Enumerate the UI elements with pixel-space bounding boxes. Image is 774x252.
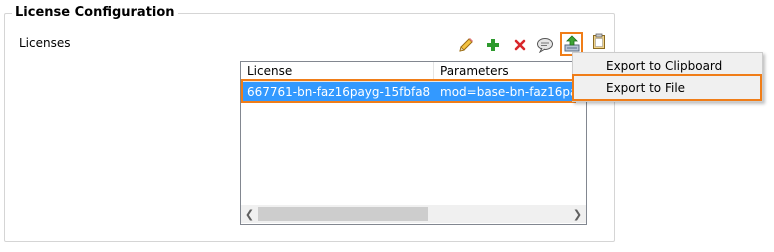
row-highlight (241, 79, 576, 103)
plus-icon (487, 39, 499, 51)
clipboard-icon (593, 33, 605, 49)
add-button[interactable] (483, 35, 503, 55)
licenses-label: Licenses (19, 36, 71, 50)
x-icon (514, 39, 526, 51)
clipboard-button[interactable] (589, 31, 609, 51)
scroll-right-icon[interactable]: ❯ (569, 205, 586, 223)
edit-button[interactable] (456, 35, 476, 55)
section-title: License Configuration (12, 4, 178, 22)
comment-button[interactable] (535, 35, 555, 55)
horizontal-scrollbar[interactable]: ❮ ❯ (241, 205, 586, 223)
scroll-left-icon[interactable]: ❮ (241, 205, 258, 223)
pencil-icon (459, 38, 473, 52)
export-icon (564, 35, 579, 52)
scrollbar-thumb[interactable] (258, 207, 428, 221)
delete-button[interactable] (510, 35, 530, 55)
menu-item-highlight (572, 74, 762, 101)
speech-bubble-icon (537, 38, 553, 53)
